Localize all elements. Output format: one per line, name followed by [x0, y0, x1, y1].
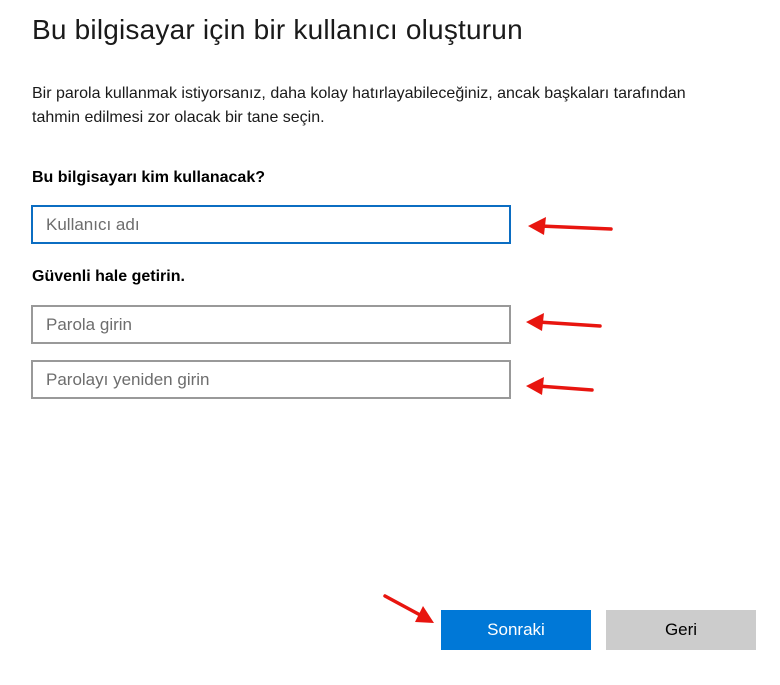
back-button[interactable]: Geri — [606, 610, 756, 650]
red-arrow-icon — [528, 217, 613, 235]
confirm-password-input[interactable] — [31, 360, 511, 399]
user-section-label: Bu bilgisayarı kim kullanacak? — [32, 169, 265, 186]
red-arrow-icon — [526, 313, 602, 331]
red-arrow-icon — [526, 377, 594, 395]
username-input[interactable] — [31, 205, 511, 244]
page-description: Bir parola kullanmak istiyorsanız, daha … — [32, 85, 686, 126]
page-title: Bu bilgisayar için bir kullanıcı oluştur… — [32, 14, 523, 45]
red-arrow-icon — [383, 594, 434, 623]
security-section-label: Güvenli hale getirin. — [32, 268, 185, 285]
password-input[interactable] — [31, 305, 511, 344]
next-button[interactable]: Sonraki — [441, 610, 591, 650]
